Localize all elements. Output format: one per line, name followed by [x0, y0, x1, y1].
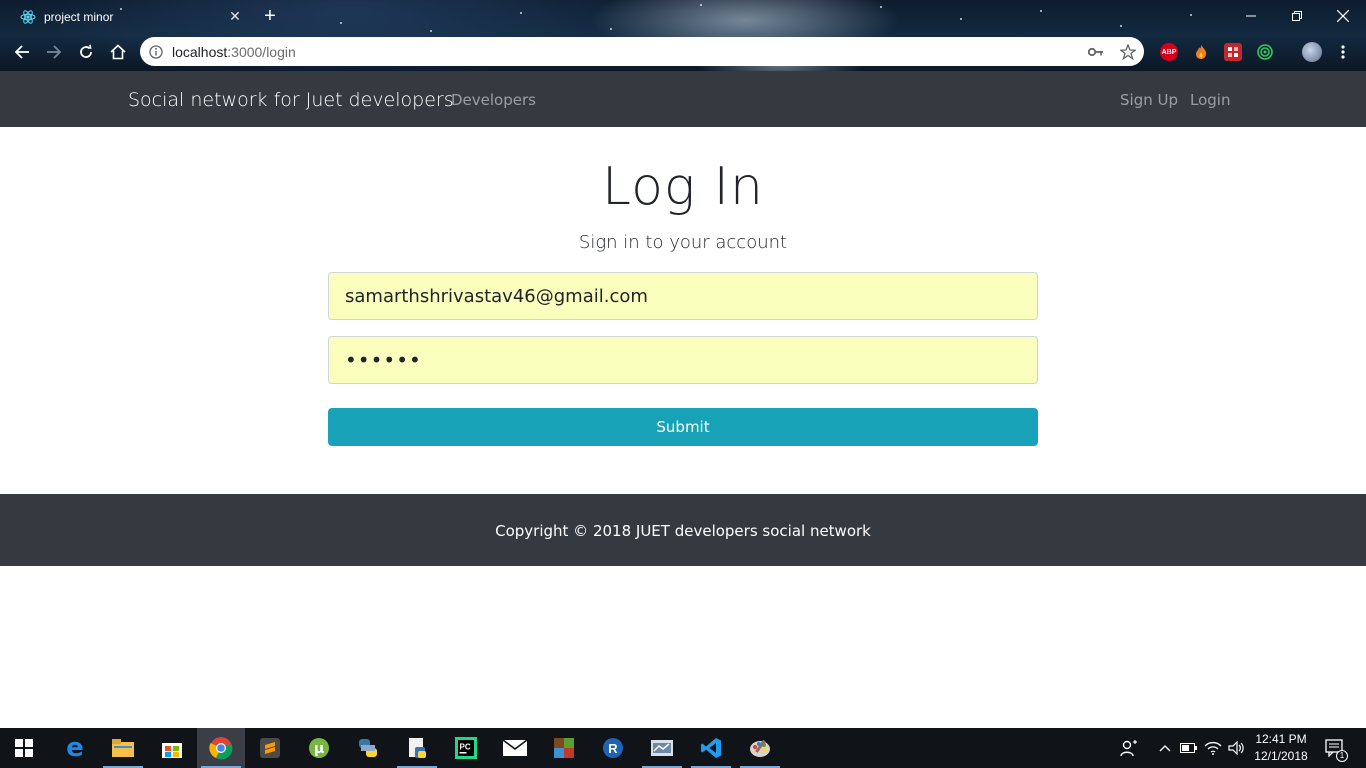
clock-date: 12/1/2018	[1254, 749, 1308, 763]
email-field[interactable]	[328, 272, 1038, 320]
info-icon[interactable]	[140, 44, 172, 59]
profile-avatar[interactable]	[1302, 42, 1322, 62]
svg-text:µ: µ	[314, 741, 324, 757]
clock-time: 12:41 PM	[1255, 732, 1307, 746]
mail-icon[interactable]	[491, 728, 539, 768]
system-clock[interactable]: 12:41 PM 12/1/2018	[1250, 731, 1312, 765]
pycharm-icon[interactable]: PC	[442, 728, 490, 768]
navbar-brand[interactable]: Social network for Juet developers	[128, 89, 454, 111]
fire-extension-icon[interactable]	[1192, 43, 1210, 61]
footer-copyright: Copyright © 2018 JUET developers social …	[495, 522, 871, 540]
file-explorer-icon[interactable]	[99, 728, 147, 768]
password-field[interactable]: ••••••	[328, 336, 1038, 384]
chevron-up-icon[interactable]	[1155, 738, 1175, 758]
svg-text:R: R	[608, 741, 618, 756]
restore-button[interactable]	[1274, 0, 1320, 32]
page-title: Log In	[602, 157, 764, 217]
minecraft-icon[interactable]	[540, 728, 588, 768]
home-button[interactable]	[104, 38, 132, 66]
menu-kebab-icon[interactable]	[1338, 43, 1348, 61]
volume-icon[interactable]	[1227, 738, 1247, 758]
bookmark-star-icon[interactable]	[1112, 43, 1144, 60]
action-center-icon[interactable]: 1	[1324, 738, 1348, 762]
url-path: :3000/login	[227, 43, 296, 60]
site-navbar: Social network for Juet developers Devel…	[0, 71, 1366, 127]
reload-button[interactable]	[72, 38, 100, 66]
page-subtitle: Sign in to your account	[578, 232, 788, 253]
adblock-plus-icon[interactable]: ABP	[1160, 43, 1178, 61]
puzzle-extension-icon[interactable]	[1224, 43, 1242, 61]
nav-link-developers[interactable]: Developers	[451, 91, 536, 109]
windows-start-icon[interactable]	[0, 728, 48, 768]
svg-text:PC: PC	[460, 743, 471, 752]
back-button[interactable]	[8, 38, 36, 66]
login-section: Log In Sign in to your account •••••• Su…	[0, 127, 1366, 494]
new-tab-button[interactable]: +	[258, 4, 282, 28]
r-language-icon[interactable]: R	[589, 728, 637, 768]
url-text: localhost:3000/login	[172, 44, 1080, 60]
utorrent-icon[interactable]: µ	[295, 728, 343, 768]
browser-tab[interactable]: project minor ✕	[8, 0, 246, 33]
vscode-icon[interactable]	[687, 728, 735, 768]
forward-arrow-icon	[47, 45, 62, 59]
reload-icon	[80, 44, 92, 58]
paint-icon[interactable]	[736, 728, 784, 768]
wifi-icon[interactable]	[1203, 738, 1223, 758]
nav-link-login[interactable]: Login	[1190, 91, 1230, 109]
edge-icon[interactable]: e	[51, 728, 99, 768]
python-file-icon[interactable]	[393, 728, 441, 768]
react-icon	[20, 9, 36, 25]
battery-icon[interactable]	[1179, 738, 1199, 758]
windows-taskbar: e µ PC R 12:41 PM 12/1/2018 1	[0, 728, 1366, 768]
back-arrow-icon	[14, 45, 29, 59]
forward-button[interactable]	[40, 38, 68, 66]
browser-frame: project minor ✕ + localhost:3000/login A…	[0, 0, 1366, 71]
tab-title: project minor	[44, 9, 114, 24]
tab-close-icon[interactable]: ✕	[224, 8, 246, 25]
browser-toolbar: localhost:3000/login ABP	[0, 35, 1366, 69]
minimize-button[interactable]	[1228, 0, 1274, 32]
microsoft-store-icon[interactable]	[148, 728, 196, 768]
notification-badge: 1	[1336, 750, 1348, 762]
mysql-workbench-icon[interactable]	[638, 728, 686, 768]
home-icon	[110, 44, 126, 60]
close-window-button[interactable]	[1320, 0, 1366, 32]
address-bar[interactable]: localhost:3000/login	[140, 37, 1144, 66]
chrome-icon[interactable]	[197, 728, 245, 768]
people-icon[interactable]	[1119, 738, 1139, 758]
sublime-text-icon[interactable]	[246, 728, 294, 768]
nav-link-sign-up[interactable]: Sign Up	[1120, 91, 1178, 109]
site-footer: Copyright © 2018 JUET developers social …	[0, 494, 1366, 566]
submit-button[interactable]: Submit	[328, 408, 1038, 446]
python-icon[interactable]	[344, 728, 392, 768]
target-extension-icon[interactable]	[1256, 43, 1274, 61]
key-icon[interactable]	[1080, 47, 1112, 57]
url-host: localhost	[172, 43, 228, 60]
